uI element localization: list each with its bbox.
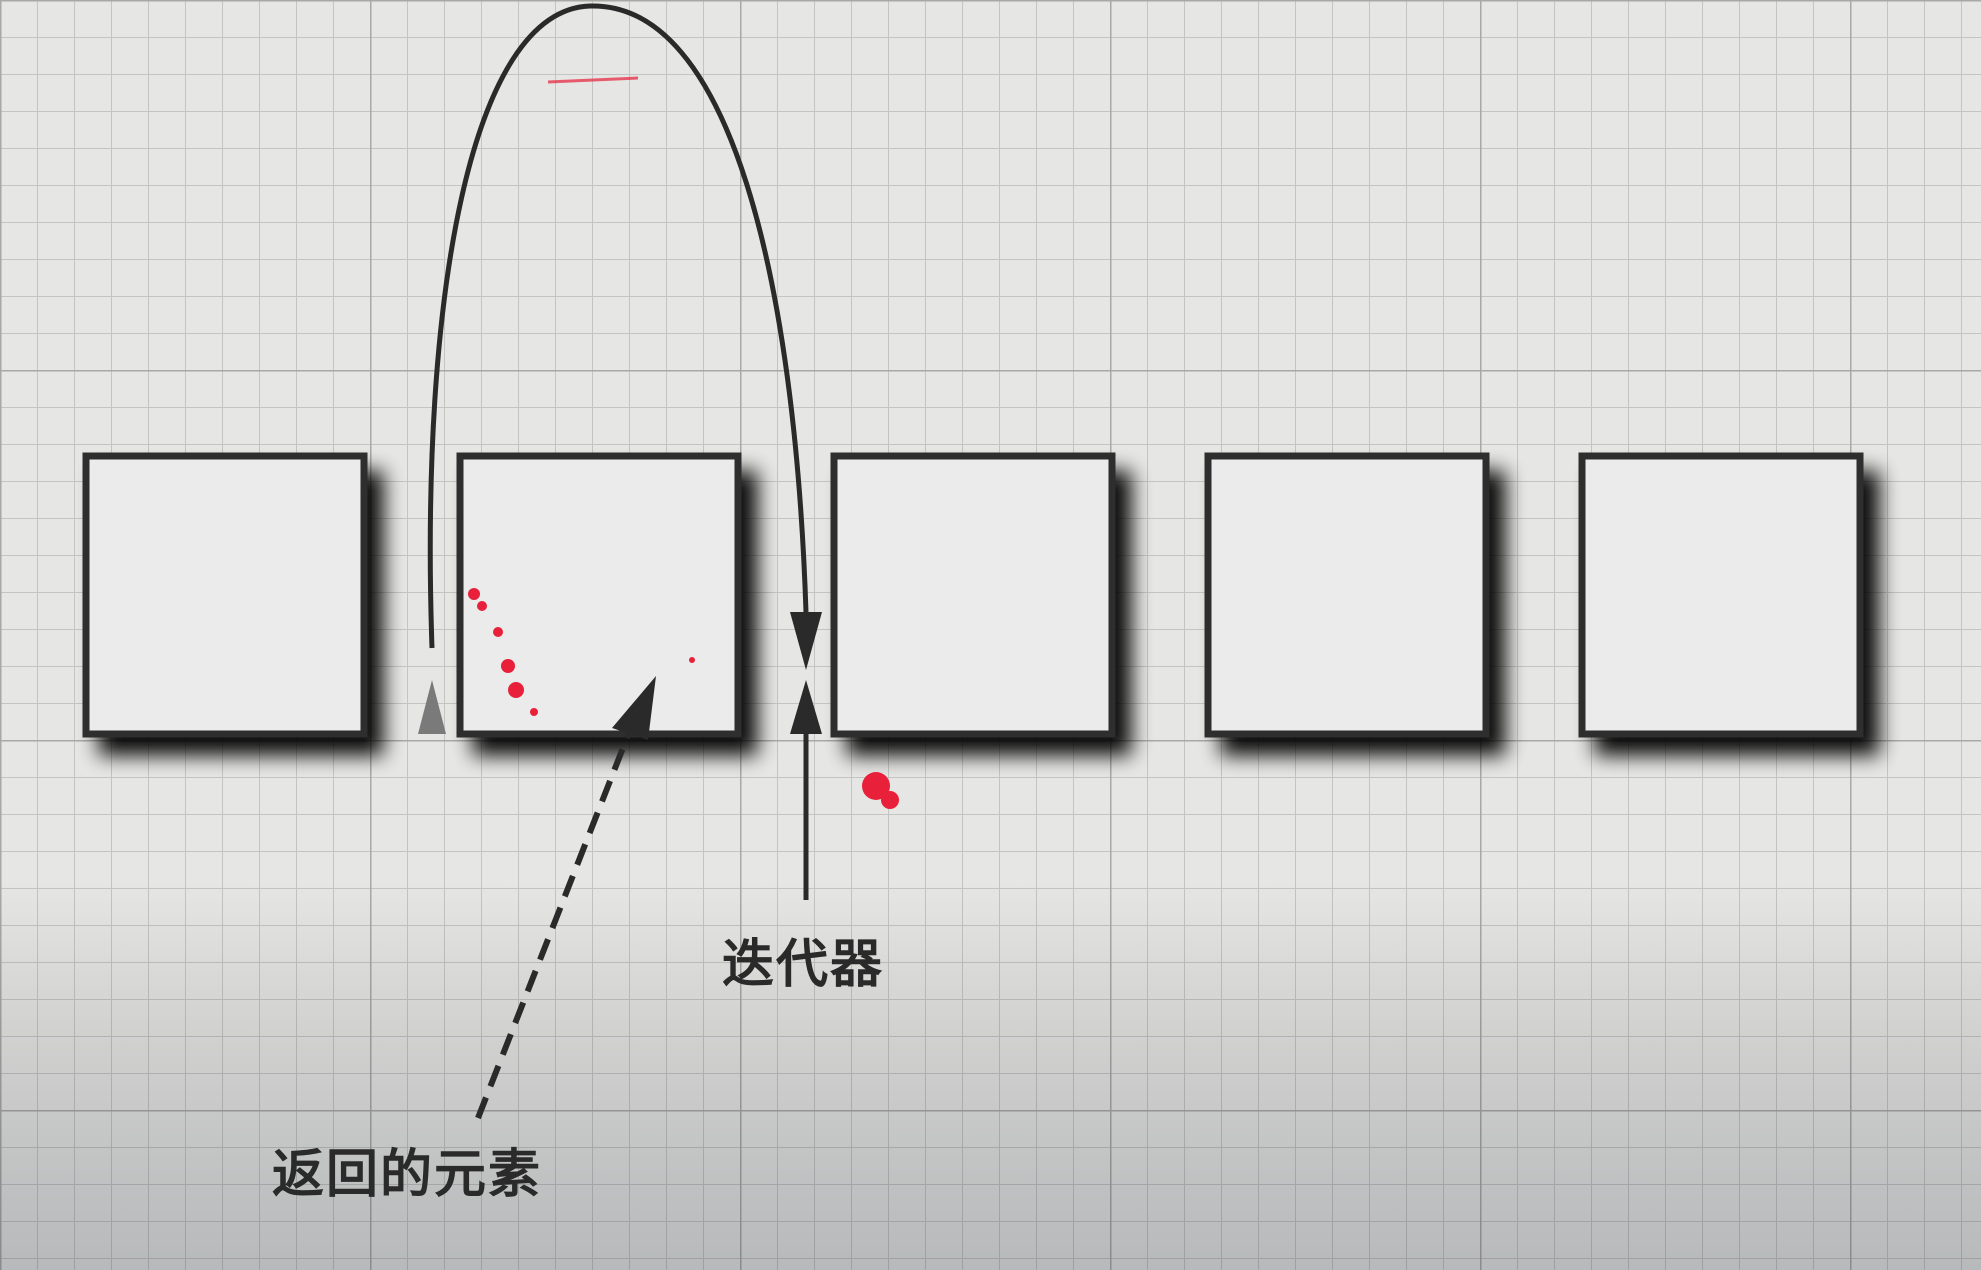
- list-elements: [82, 452, 1864, 738]
- list-element-box-3: [830, 452, 1116, 738]
- iterator-diagram: [0, 0, 1981, 1270]
- iterator-label: 迭代器: [722, 935, 885, 995]
- list-element-box-2: [456, 452, 742, 738]
- photo-shade: [0, 880, 1981, 1270]
- list-element-box-5: [1578, 452, 1864, 738]
- list-element-box-1: [82, 452, 368, 738]
- list-element-box-4: [1204, 452, 1490, 738]
- returned-element-label: 返回的元素: [272, 1145, 543, 1205]
